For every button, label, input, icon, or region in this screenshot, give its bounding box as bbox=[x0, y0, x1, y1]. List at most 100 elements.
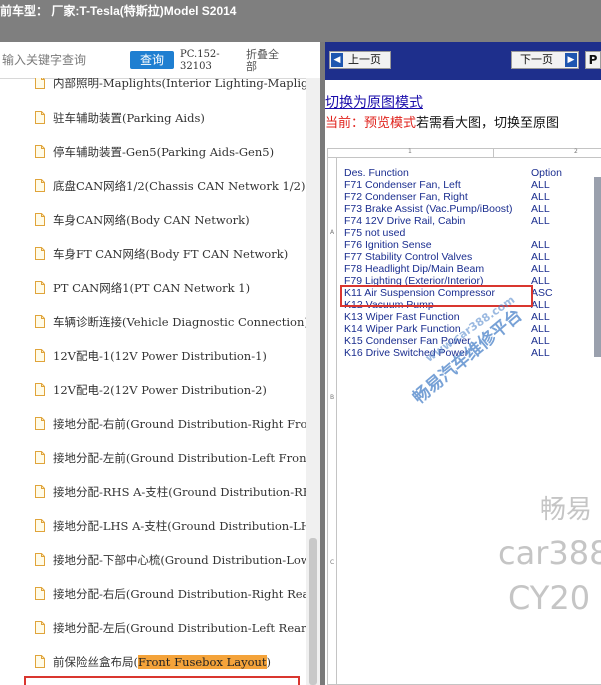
document-icon bbox=[35, 145, 45, 158]
watermark-gray-1: 畅易 bbox=[540, 495, 593, 525]
tree-item-label: 接地分配-左后(Ground Distribution-Left Rear) bbox=[53, 621, 306, 635]
watermark-gray-3: CY20 bbox=[508, 579, 591, 617]
document-icon bbox=[35, 621, 45, 634]
current-mode-line: 当前：预览模式若需看大图，切换至原图 bbox=[325, 112, 559, 131]
search-input[interactable] bbox=[2, 49, 122, 71]
tree-item[interactable]: 接地分配-RHS A-支柱(Ground Distribution-RHS A-… bbox=[0, 475, 306, 509]
tree-item[interactable]: 驻车辅助装置(Parking Aids) bbox=[0, 101, 306, 135]
fusebox-photo bbox=[594, 177, 601, 357]
tree-item[interactable]: 接地分配-右后(Ground Distribution-Right Rear) bbox=[0, 577, 306, 611]
tree-item-selected[interactable]: 前保险丝盒布局(Front Fusebox Layout) bbox=[0, 645, 306, 679]
prev-page-button[interactable]: ◀ 上一页 bbox=[329, 51, 391, 69]
fuse-option: ALL bbox=[531, 191, 550, 203]
selected-label-prefix: 前保险丝盒布局( bbox=[53, 655, 138, 669]
nav-more-button[interactable]: P bbox=[585, 51, 601, 69]
document-icon bbox=[35, 247, 45, 260]
tree-item-label: 接地分配-右后(Ground Distribution-Right Rear) bbox=[53, 587, 306, 601]
tree-item[interactable]: PT CAN网络1(PT CAN Network 1) bbox=[0, 271, 306, 305]
fuse-header-function: Des. Function bbox=[344, 167, 409, 179]
document-icon bbox=[35, 315, 45, 328]
tree-item-label: 接地分配-右前(Ground Distribution-Right Front) bbox=[53, 417, 306, 431]
fuse-option: ALL bbox=[531, 311, 550, 323]
fuse-option: ALL bbox=[531, 239, 550, 251]
collapse-all-button[interactable]: 折叠全 部 bbox=[246, 49, 292, 73]
tree-item-label: 接地分配-左前(Ground Distribution-Left Front) bbox=[53, 451, 306, 465]
document-icon bbox=[35, 213, 45, 226]
document-icon bbox=[35, 485, 45, 498]
document-icon bbox=[35, 553, 45, 566]
document-icon bbox=[35, 655, 45, 668]
selected-label-suffix: ) bbox=[266, 655, 272, 669]
fuse-option: ALL bbox=[531, 179, 550, 191]
tree-item-label: 接地分配-RHS A-支柱(Ground Distribution-RHS A-… bbox=[53, 485, 306, 499]
tree-item-label: 车辆诊断连接(Vehicle Diagnostic Connection) bbox=[53, 315, 306, 329]
fuse-header: Des. Function Option bbox=[344, 167, 584, 179]
document-icon bbox=[35, 383, 45, 396]
tree-item-label: 12V配电-2(12V Power Distribution-2) bbox=[53, 383, 267, 397]
current-prefix: 当前： bbox=[325, 116, 365, 131]
tree-item[interactable]: 底盘CAN网络1/2(Chassis CAN Network 1/2) bbox=[0, 169, 306, 203]
document-icon bbox=[35, 451, 45, 464]
tree-item-label: 底盘CAN网络1/2(Chassis CAN Network 1/2) bbox=[53, 179, 306, 193]
query-button[interactable]: 查询 bbox=[130, 51, 174, 69]
tree-item[interactable]: 12V配电-2(12V Power Distribution-2) bbox=[0, 373, 306, 407]
tree-item-label: 内部照明-Maplights(Interior Lighting-Mapligh… bbox=[53, 78, 306, 90]
tree-item-label: 车身CAN网络(Body CAN Network) bbox=[53, 213, 250, 227]
prev-page-label: 上一页 bbox=[348, 53, 381, 66]
document-icon bbox=[35, 417, 45, 430]
scroll-thumb[interactable] bbox=[309, 538, 317, 685]
document-icon bbox=[35, 519, 45, 532]
fuse-option: ALL bbox=[531, 347, 550, 359]
circuit-tree: 内部照明-Maplights(Interior Lighting-Mapligh… bbox=[0, 78, 306, 685]
ruler-number: 1 bbox=[408, 148, 412, 155]
tree-scrollbar[interactable] bbox=[306, 78, 320, 685]
tree-item-label: 驻车辅助装置(Parking Aids) bbox=[53, 111, 205, 125]
search-highlight: Front Fusebox Layout bbox=[138, 655, 267, 669]
fuse-function: F72 Condenser Fan, Right bbox=[344, 191, 468, 203]
next-page-button[interactable]: 下一页 ▶ bbox=[511, 51, 579, 69]
fuse-function: F74 12V Drive Rail, Cabin bbox=[344, 215, 466, 227]
tree-item-label: 接地分配-下部中心梳(Ground Distribution-Lower Cen… bbox=[53, 553, 306, 567]
fuse-row: F71 Condenser Fan, Left ALL bbox=[344, 179, 584, 191]
document-icon bbox=[35, 111, 45, 124]
fuse-option: ASC bbox=[531, 287, 553, 299]
tree-item[interactable]: 停车辅助装置-Gen5(Parking Aids-Gen5) bbox=[0, 135, 306, 169]
tree-item[interactable]: 接地分配-右前(Ground Distribution-Right Front) bbox=[0, 407, 306, 441]
tree-item[interactable]: 车身CAN网络(Body CAN Network) bbox=[0, 203, 306, 237]
preview-panel: ◀ 上一页 下一页 ▶ P 切换为原图模式 当前：预览模式若需看大图，切换至原图… bbox=[325, 42, 601, 685]
tree-item[interactable]: 12V配电-1(12V Power Distribution-1) bbox=[0, 339, 306, 373]
fuse-row: F74 12V Drive Rail, Cabin ALL bbox=[344, 215, 584, 227]
fusebox-diagram: 1 2 A B C Des. Function Option F71 Conden… bbox=[327, 148, 601, 685]
fuse-function: F78 Headlight Dip/Main Beam bbox=[344, 263, 485, 275]
tree-item[interactable]: 内部照明-Maplights(Interior Lighting-Mapligh… bbox=[0, 78, 306, 100]
fuse-option: ALL bbox=[531, 203, 550, 215]
document-icon bbox=[35, 281, 45, 294]
fuse-function: F77 Stability Control Valves bbox=[344, 251, 473, 263]
fuse-function: F75 not used bbox=[344, 227, 406, 239]
ruler-tick bbox=[493, 149, 494, 157]
ruler-number: 2 bbox=[574, 148, 578, 155]
fuse-row: F75 not used bbox=[344, 227, 584, 239]
fuse-row: F76 Ignition Sense ALL bbox=[344, 239, 584, 251]
tree-item-label: 12V配电-1(12V Power Distribution-1) bbox=[53, 349, 267, 363]
fuse-function: F73 Brake Assist (Vac.Pump/iBoost) bbox=[344, 203, 513, 215]
tree-item[interactable]: 车辆诊断连接(Vehicle Diagnostic Connection) bbox=[0, 305, 306, 339]
tree-item[interactable]: 接地分配-左后(Ground Distribution-Left Rear) bbox=[0, 611, 306, 645]
fuse-option: ALL bbox=[531, 299, 550, 311]
tree-item[interactable]: 接地分配-LHS A-支柱(Ground Distribution-LHS A-… bbox=[0, 509, 306, 543]
fuse-function: K14 Wiper Park Function bbox=[344, 323, 461, 335]
diagram-column-ruler: 1 2 bbox=[328, 148, 601, 158]
fuse-function: F71 Condenser Fan, Left bbox=[344, 179, 461, 191]
search-toolbar: 查询 PC.152- 32103 折叠全 部 bbox=[0, 42, 320, 79]
watermark-gray-2: car388.c bbox=[498, 534, 601, 572]
switch-original-mode-link[interactable]: 切换为原图模式 bbox=[325, 92, 423, 112]
tree-item-label: 车身FT CAN网络(Body FT CAN Network) bbox=[53, 247, 289, 261]
document-icon bbox=[35, 179, 45, 192]
tree-item[interactable]: 车身FT CAN网络(Body FT CAN Network) bbox=[0, 237, 306, 271]
fuse-option: ALL bbox=[531, 335, 550, 347]
tree-item[interactable]: 接地分配-下部中心梳(Ground Distribution-Lower Cen… bbox=[0, 543, 306, 577]
ruler-letter: C bbox=[330, 559, 335, 566]
tree-item-label: PT CAN网络1(PT CAN Network 1) bbox=[53, 281, 251, 295]
fuse-function: F76 Ignition Sense bbox=[344, 239, 432, 251]
tree-item[interactable]: 接地分配-左前(Ground Distribution-Left Front) bbox=[0, 441, 306, 475]
